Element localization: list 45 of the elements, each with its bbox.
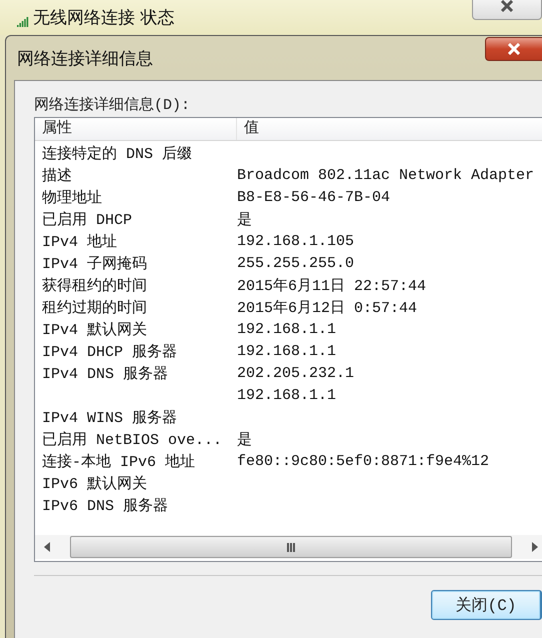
close-button[interactable] bbox=[485, 37, 542, 61]
value-cell-text: 2015年6月11日 22:57:44 bbox=[237, 276, 426, 294]
scroll-left-icon[interactable] bbox=[44, 542, 50, 552]
close-icon bbox=[500, 0, 514, 12]
grip-icon bbox=[286, 542, 296, 552]
property-cell-text: 物理地址 bbox=[41, 188, 103, 206]
value-cell: 202.205.232.1 bbox=[237, 364, 354, 382]
value-cell: 255.255.255.0 bbox=[237, 254, 354, 272]
property-cell-text: IPv4 地址 bbox=[41, 232, 118, 250]
close-button[interactable] bbox=[472, 0, 542, 20]
value-cell-text: 是 bbox=[237, 210, 252, 228]
property-cell-text: 描述 bbox=[41, 166, 73, 184]
wifi-signal-icon bbox=[17, 16, 29, 26]
value-cell-text: 是 bbox=[237, 430, 252, 448]
property-cell-text: IPv6 DNS 服务器 bbox=[41, 496, 170, 514]
window-title: 无线网络连接 状态 bbox=[33, 7, 174, 29]
value-cell: B8-E8-56-46-7B-04 bbox=[237, 188, 390, 206]
value-cell: 192.168.1.1 bbox=[237, 386, 336, 404]
value-cell: 192.168.1.1 bbox=[237, 342, 336, 360]
property-cell-text: IPv4 DHCP 服务器 bbox=[41, 342, 178, 360]
value-cell: 192.168.1.1 bbox=[237, 320, 336, 338]
value-cell: Broadcom 802.11ac Network Adapter bbox=[237, 166, 534, 184]
value-cell: 192.168.1.105 bbox=[237, 232, 354, 250]
value-cell: fe80::9c80:5ef0:8871:f9e4%12 bbox=[237, 452, 490, 470]
property-cell-text: 已启用 DHCP bbox=[41, 210, 134, 228]
property-cell-text: 已启用 NetBIOS ove... bbox=[41, 430, 224, 448]
property-cell-text: 连接特定的 DNS 后缀 bbox=[41, 144, 194, 162]
close-button[interactable]: 关闭(C) bbox=[431, 590, 542, 620]
close-icon bbox=[507, 43, 521, 55]
property-cell-text: IPv6 默认网关 bbox=[41, 474, 148, 492]
property-cell-text: IPv4 DNS 服务器 bbox=[41, 364, 170, 382]
horizontal-scrollbar[interactable] bbox=[35, 535, 542, 559]
list-label: 网络连接详细信息(D): bbox=[34, 96, 192, 114]
property-cell-text: 获得租约的时间 bbox=[41, 276, 148, 294]
property-cell-text: IPv4 WINS 服务器 bbox=[41, 408, 178, 426]
column-header[interactable]: 属性 bbox=[35, 118, 237, 140]
property-cell-text: IPv4 子网掩码 bbox=[41, 254, 148, 272]
column-header[interactable]: 值 bbox=[237, 118, 259, 140]
property-cell-text: IPv4 默认网关 bbox=[41, 320, 148, 338]
property-cell-text: 租约过期的时间 bbox=[41, 298, 148, 316]
scroll-thumb[interactable] bbox=[70, 536, 512, 558]
property-cell-text: 连接-本地 IPv6 地址 bbox=[41, 452, 196, 470]
value-cell-text: 2015年6月12日 0:57:44 bbox=[237, 298, 418, 316]
dialog-title: 网络连接详细信息 bbox=[17, 48, 153, 70]
scroll-right-icon[interactable] bbox=[532, 542, 538, 552]
